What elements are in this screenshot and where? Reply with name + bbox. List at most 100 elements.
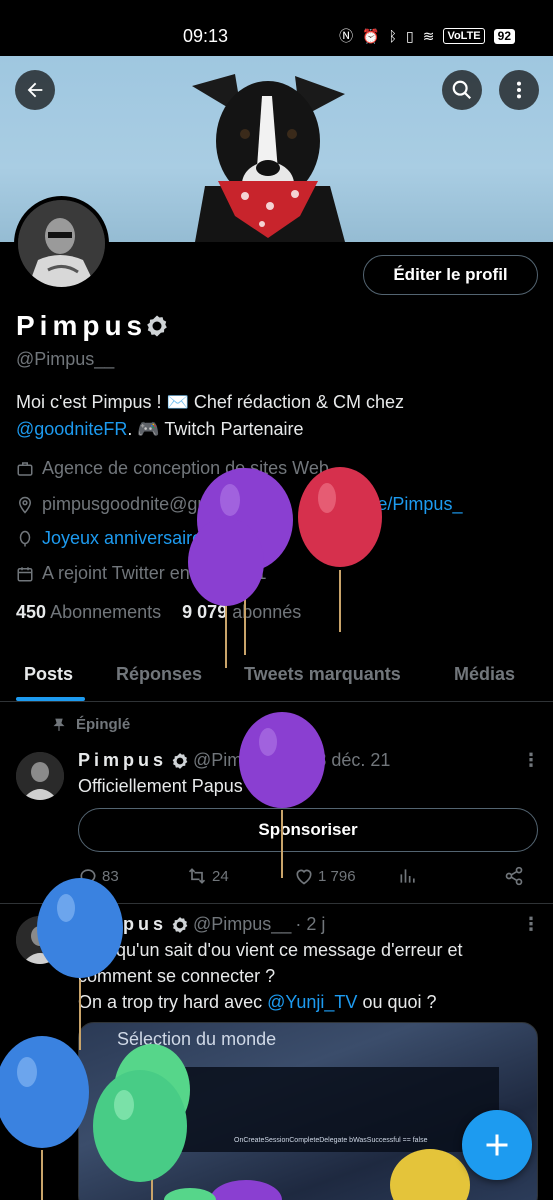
birthday-row: Joyeux anniversaire bbox=[16, 528, 202, 549]
tweet-line-3b: ou quoi ? bbox=[362, 992, 437, 1012]
tweet-actions: 83 24 1 796 bbox=[78, 866, 538, 890]
alarm-icon: ⏰ bbox=[362, 27, 380, 44]
profile-name: Pimpus bbox=[16, 310, 148, 341]
bio-mention-link[interactable]: @goodniteFR bbox=[16, 419, 127, 439]
tweet-mention-link[interactable]: @Yunji_TV bbox=[267, 992, 357, 1012]
tab-highlights[interactable]: Tweets marquants bbox=[244, 664, 401, 685]
verified-badge-icon bbox=[172, 752, 188, 769]
following-label: Abonnements bbox=[50, 602, 162, 622]
tweet-author-name[interactable]: Pimpus bbox=[78, 750, 167, 771]
bio-text-1: Moi c'est Pimpus ! ✉️ Chef rédaction & C… bbox=[16, 392, 404, 412]
like-action[interactable]: 1 796 bbox=[294, 866, 356, 886]
location-row: pimpusgoodnite@gmail.com linktr.ee/Pimpu… bbox=[16, 494, 462, 515]
vibrate-icon: ▯ bbox=[405, 27, 414, 44]
analytics-icon bbox=[400, 869, 415, 883]
profile-location: pimpusgoodnite@gmail.com bbox=[42, 494, 270, 514]
calendar-icon bbox=[17, 566, 33, 581]
tab-media[interactable]: Médias bbox=[454, 664, 515, 685]
tweet-line-1: Quelqu'un sait d'ou vient ce message d'e… bbox=[78, 940, 463, 960]
profile-name-row: Pimpus bbox=[16, 310, 169, 342]
followers-link[interactable]: 9 079 abonnés bbox=[182, 602, 301, 622]
media-error-text: OnCreateSessionCompleteDelegate bWasSucc… bbox=[234, 1137, 428, 1144]
profile-bio: Moi c'est Pimpus ! ✉️ Chef rédaction & C… bbox=[16, 389, 536, 443]
following-count: 450 bbox=[16, 602, 47, 622]
birthday-link[interactable]: Joyeux anniversaire bbox=[42, 528, 202, 549]
search-icon bbox=[452, 80, 472, 100]
balloon-icon bbox=[19, 530, 31, 546]
reply-action[interactable]: 83 bbox=[78, 866, 119, 886]
nfc-icon: Ⓝ bbox=[339, 28, 354, 44]
profile-tabs: Posts Réponses Tweets marquants Médias bbox=[0, 650, 553, 702]
more-button[interactable] bbox=[499, 70, 539, 110]
tweet-author-name[interactable]: Pimpus bbox=[78, 914, 167, 935]
sponsor-button[interactable]: Sponsoriser bbox=[78, 808, 538, 852]
reply-icon bbox=[80, 869, 96, 885]
tweet-line-2: comment se connecter ? bbox=[78, 966, 276, 986]
tweet-divider bbox=[0, 903, 553, 904]
edit-profile-button[interactable]: Éditer le profil bbox=[363, 255, 538, 295]
profile-avatar[interactable] bbox=[14, 196, 109, 291]
reply-count: 83 bbox=[102, 867, 119, 885]
briefcase-icon bbox=[17, 461, 33, 476]
balloon-red bbox=[298, 467, 382, 632]
profile-handle: @Pimpus__ bbox=[16, 349, 115, 369]
avatar-photo bbox=[18, 200, 105, 287]
tweet-text: Quelqu'un sait d'ou vient ce message d'e… bbox=[78, 937, 538, 1015]
status-bar: 09:13 Ⓝ ⏰ ᛒ ▯ ≋ VoLTE 92 bbox=[0, 0, 553, 56]
retweet-action[interactable]: 24 bbox=[186, 866, 229, 886]
tweet-text: Officiellement Papus 🥚❤️ bbox=[78, 776, 293, 796]
followers-count: 9 079 bbox=[182, 602, 228, 622]
verified-badge-icon[interactable] bbox=[145, 314, 169, 338]
tweet-avatar-photo bbox=[16, 752, 64, 800]
retweet-icon bbox=[188, 868, 206, 884]
tweet-date: · 18 déc. 21 bbox=[295, 750, 391, 770]
analytics-action[interactable] bbox=[398, 866, 418, 886]
wifi-icon: ≋ bbox=[422, 27, 435, 44]
tweet-avatar[interactable] bbox=[16, 916, 64, 964]
like-count: 1 796 bbox=[318, 867, 356, 885]
pinned-label-row: Épinglé bbox=[52, 716, 130, 733]
bluetooth-icon: ᛒ bbox=[388, 28, 397, 44]
tweet-date: · 2 j bbox=[295, 914, 326, 934]
location-pin-icon bbox=[18, 496, 32, 514]
tweet-author-handle: @Pimpus__ bbox=[193, 750, 292, 770]
verified-badge-icon bbox=[172, 916, 188, 933]
plus-icon bbox=[486, 1134, 508, 1156]
active-tab-indicator bbox=[16, 697, 85, 701]
balloon-blue-2 bbox=[0, 1036, 89, 1200]
media-title: Sélection du monde bbox=[117, 1029, 277, 1049]
tab-replies[interactable]: Réponses bbox=[116, 664, 202, 685]
tweet-media-image[interactable]: Sélection du monde OnCreateSessionComple… bbox=[78, 1022, 538, 1200]
arrow-left-icon bbox=[27, 82, 43, 98]
more-vertical-icon bbox=[516, 81, 522, 99]
follow-stats: 450 Abonnements 9 079 abonnés bbox=[16, 602, 301, 623]
share-action[interactable] bbox=[504, 866, 524, 886]
category-row: Agence de conception de sites Web bbox=[16, 458, 329, 479]
status-time: 09:13 bbox=[183, 26, 229, 46]
profile-joined: A rejoint Twitter en juin 2011 bbox=[42, 563, 267, 583]
followers-label: abonnés bbox=[232, 602, 302, 622]
share-icon bbox=[505, 866, 523, 886]
tab-posts[interactable]: Posts bbox=[24, 664, 73, 685]
tweet-avatar-photo bbox=[16, 916, 64, 964]
pin-icon bbox=[53, 718, 65, 731]
following-link[interactable]: 450 Abonnements bbox=[16, 602, 161, 622]
back-button[interactable] bbox=[15, 70, 55, 110]
retweet-count: 24 bbox=[212, 867, 229, 885]
tweet-header: Pimpus @Pimpus__ · 2 j bbox=[78, 914, 325, 935]
profile-website-link[interactable]: linktr.ee/Pimpus_ bbox=[325, 494, 462, 515]
tweet-more-icon[interactable]: ⋮ bbox=[522, 750, 540, 771]
joined-row: A rejoint Twitter en juin 2011 bbox=[16, 563, 266, 584]
link-icon bbox=[301, 497, 316, 512]
status-icons: Ⓝ ⏰ ᛒ ▯ ≋ VoLTE 92 bbox=[339, 26, 515, 46]
tweet-more-icon[interactable]: ⋮ bbox=[522, 914, 540, 935]
tweet-author-handle: @Pimpus__ bbox=[193, 914, 292, 934]
bio-text-2: . 🎮 Twitch Partenaire bbox=[127, 419, 304, 439]
tweet-avatar[interactable] bbox=[16, 752, 64, 800]
search-button[interactable] bbox=[442, 70, 482, 110]
pinned-label: Épinglé bbox=[76, 716, 131, 733]
profile-category: Agence de conception de sites Web bbox=[42, 458, 329, 478]
tweet-header: Pimpus @Pimpus__ · 18 déc. 21 bbox=[78, 750, 390, 771]
tweet-line-3a: On a trop try hard avec bbox=[78, 992, 263, 1012]
compose-tweet-button[interactable] bbox=[462, 1110, 532, 1180]
